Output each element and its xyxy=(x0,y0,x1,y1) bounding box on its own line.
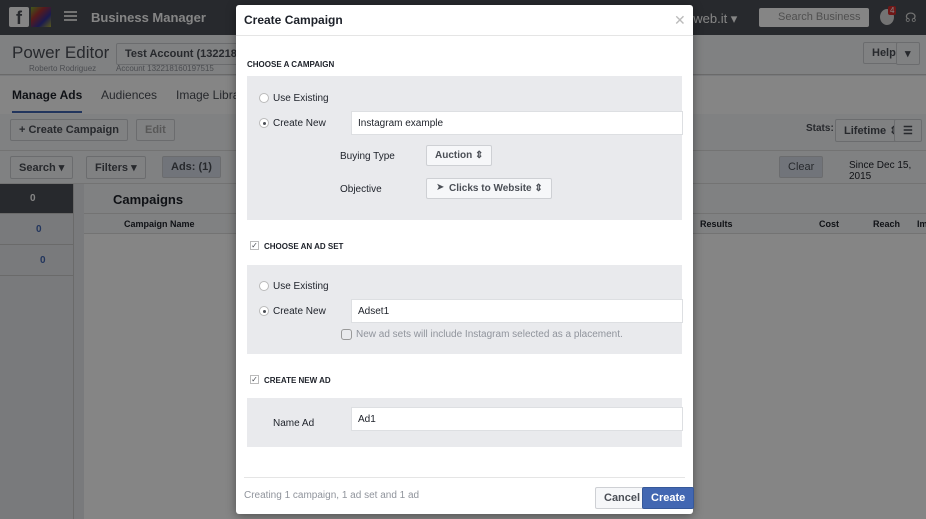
dialog-title: Create Campaign xyxy=(244,13,343,27)
create-campaign-dialog: Create Campaign ✕ CHOOSE A CAMPAIGN Use … xyxy=(236,5,695,514)
campaign-heading: CHOOSE A CAMPAIGN xyxy=(247,60,335,69)
cursor-icon: ➤ xyxy=(436,182,445,193)
use-existing-campaign-radio[interactable] xyxy=(259,93,269,103)
instagram-note: New ad sets will include Instagram selec… xyxy=(356,329,623,340)
campaign-panel: Use Existing Create New Instagram exampl… xyxy=(247,76,683,220)
use-existing-adset-radio[interactable] xyxy=(259,281,269,291)
use-existing-label: Use Existing xyxy=(273,93,329,104)
ad-name-input[interactable]: Ad1 xyxy=(351,407,683,431)
create-new-campaign-radio[interactable] xyxy=(259,118,269,128)
buying-type-label: Buying Type xyxy=(340,151,395,162)
campaign-name-input[interactable]: Instagram example xyxy=(351,111,683,135)
ad-set-panel: Use Existing Create New Adset1 New ad se… xyxy=(247,265,683,354)
divider xyxy=(236,35,693,36)
create-new-label: Create New xyxy=(273,118,326,129)
objective-label: Objective xyxy=(340,184,382,195)
create-new-label: Create New xyxy=(273,306,326,317)
ad-heading: CREATE NEW AD xyxy=(264,376,331,385)
objective-select[interactable]: Clicks to Website ⇕ xyxy=(426,178,552,199)
buying-type-select[interactable]: Auction ⇕ xyxy=(426,145,493,166)
summary-text: Creating 1 campaign, 1 ad set and 1 ad xyxy=(244,490,420,501)
use-existing-label: Use Existing xyxy=(273,281,329,292)
create-button[interactable]: Create xyxy=(642,487,695,509)
instagram-icon xyxy=(341,329,352,340)
create-new-adset-radio[interactable] xyxy=(259,306,269,316)
create-new-ad-checkbox[interactable]: ✓ xyxy=(250,375,259,384)
cancel-button[interactable]: Cancel xyxy=(595,487,650,509)
ad-panel: Name Ad Ad1 xyxy=(247,398,683,447)
divider xyxy=(244,477,685,478)
name-ad-label: Name Ad xyxy=(273,418,315,429)
choose-ad-set-checkbox[interactable]: ✓ xyxy=(250,241,259,250)
ad-set-heading: CHOOSE AN AD SET xyxy=(264,242,344,251)
adset-name-input[interactable]: Adset1 xyxy=(351,299,683,323)
close-icon[interactable]: ✕ xyxy=(674,12,686,29)
